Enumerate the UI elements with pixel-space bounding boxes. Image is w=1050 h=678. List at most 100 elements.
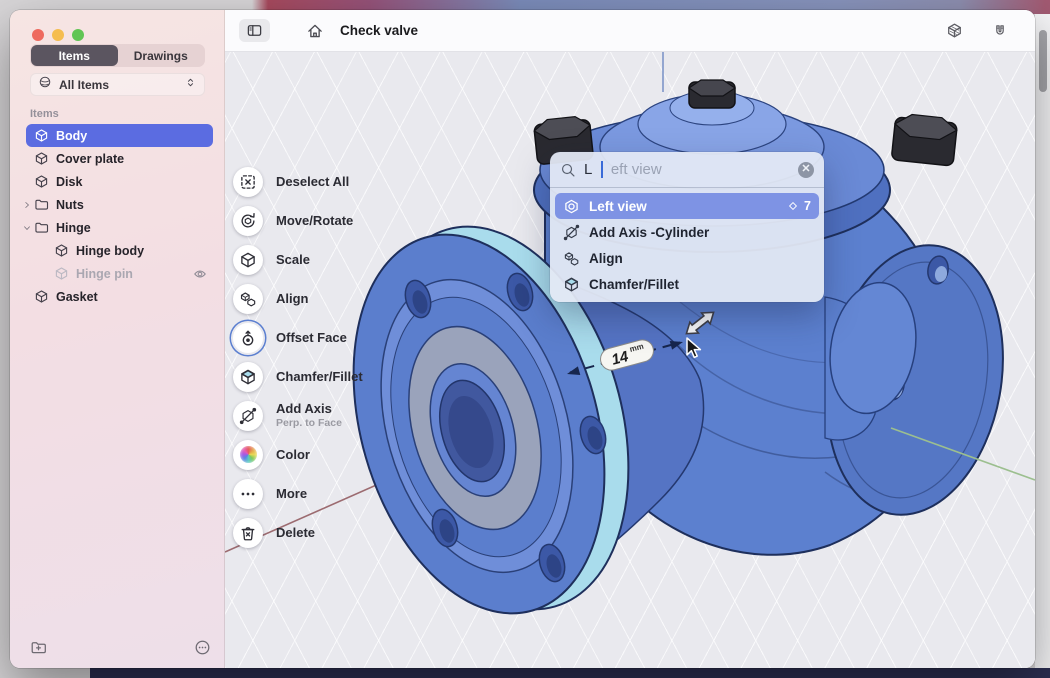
search-result-align[interactable]: Align [555,245,819,271]
background-window-edge [1035,14,1050,668]
search-autocomplete: eft view [610,161,662,178]
result-label: Add Axis -Cylinder [589,224,710,240]
materials-box-button[interactable] [946,22,963,39]
right-flange [826,244,1004,516]
tool-scale[interactable]: Scale [233,240,363,279]
cube-icon [54,266,69,281]
dpad-diamond-icon [787,200,799,212]
tool-deselect-all[interactable]: Deselect All [233,162,363,201]
clear-search-button[interactable]: ✕ [798,161,814,178]
titlebar: Check valve [225,10,1035,52]
folder-icon [34,220,49,235]
tool-move-rotate[interactable]: Move/Rotate [233,201,363,240]
sidebar-item-cover-plate[interactable]: Cover plate [26,147,213,170]
color-icon[interactable] [233,439,263,470]
tool-delete[interactable]: Delete [233,513,363,552]
command-search-field[interactable]: L eft view ✕ [550,152,824,188]
result-label: Chamfer/Fillet [589,276,680,292]
tool-label: Delete [276,524,316,540]
move-rotate-icon[interactable] [233,205,263,236]
zoom-button[interactable] [72,29,84,41]
add-axis-icon[interactable] [233,400,263,431]
chamfer-icon[interactable] [233,361,263,392]
result-label: Left view [589,198,647,214]
main-area: Check valve 14 mm Deselect All Move/Rota… [225,10,1035,668]
tool-add-axis[interactable]: Add Axis Perp. to Face [233,396,363,435]
tool-sublabel: Perp. to Face [276,416,342,429]
sidebar-bottom-bar [10,634,225,668]
desktop-bottom-left [0,668,90,678]
tool-align[interactable]: Align [233,279,363,318]
tool-label: Move/Rotate [276,212,354,228]
command-search-popup: L eft view ✕ Left view 7 Add Axis -Cylinde… [550,152,824,302]
sidebar-item-hinge-pin[interactable]: Hinge pin [26,262,213,285]
context-toolbar: Deselect All Move/Rotate Scale Align Offset … [233,162,363,552]
home-button[interactable] [306,22,324,40]
sidebar: Items Drawings All Items Items Body Cover… [10,10,225,668]
sidebar-item-disk[interactable]: Disk [26,170,213,193]
tool-offset-face[interactable]: Offset Face [233,318,363,357]
more-icon[interactable] [233,478,263,509]
delete-icon[interactable] [233,517,263,548]
tab-drawings[interactable]: Drawings [118,45,205,66]
align-icon[interactable] [233,283,263,314]
search-result-add-axis-cylinder[interactable]: Add Axis -Cylinder [555,219,819,245]
document-title: Check valve [340,23,419,38]
sidebar-item-gasket[interactable]: Gasket [26,285,213,308]
item-label: Disk [56,174,83,189]
svg-text:mm: mm [629,342,645,354]
result-label: Align [589,250,623,266]
background-scrollbar-thumb[interactable] [1039,30,1047,92]
dimension-annotation: 14 mm [567,337,683,375]
item-label: Gasket [56,289,98,304]
sidebar-item-nuts[interactable]: Nuts [25,193,213,216]
sidebar-toggle-button[interactable] [239,19,270,42]
item-label: Hinge pin [76,266,133,281]
close-button[interactable] [32,29,44,41]
cube-icon [54,243,69,258]
sidebar-item-hinge[interactable]: Hinge [24,216,213,239]
chamfer-icon [563,276,580,293]
item-label: Nuts [56,197,84,212]
tool-label: Add Axis [276,401,332,417]
chevron-right-icon[interactable] [22,200,34,210]
tool-label: Offset Face [276,329,347,345]
item-label: Hinge [56,220,91,235]
3d-viewport[interactable]: 14 mm Deselect All Move/Rotate Scale Align O… [225,52,1035,668]
folder-icon [34,197,49,212]
dimension-label[interactable]: 14 mm [598,337,656,372]
svg-text:14: 14 [610,348,631,369]
item-label: Hinge body [76,243,145,258]
visibility-eye-icon[interactable] [193,267,207,281]
new-folder-button[interactable] [30,639,47,656]
add-axis-icon [563,224,580,241]
sidebar-item-body[interactable]: Body [26,124,213,147]
items-section-label: Items [30,108,59,120]
snap-magnet-button[interactable] [992,23,1008,39]
app-window: Items Drawings All Items Items Body Cover… [10,10,1035,668]
sidebar-item-hinge-body[interactable]: Hinge body [26,239,213,262]
filter-label: All Items [59,77,110,92]
selector-chevrons-icon [184,76,197,94]
items-filter-dropdown[interactable]: All Items [30,73,205,96]
tool-chamfer-fillet[interactable]: Chamfer/Fillet [233,357,363,396]
cube-icon [34,289,49,304]
text-caret [601,161,603,178]
more-options-button[interactable] [194,639,211,656]
scale-icon[interactable] [233,244,263,275]
item-label: Body [56,128,88,143]
search-result-chamfer-fillet[interactable]: Chamfer/Fillet [555,271,819,297]
minimize-button[interactable] [52,29,64,41]
search-result-left-view[interactable]: Left view 7 [555,193,819,219]
cube-icon [34,174,49,189]
tab-items[interactable]: Items [31,45,118,66]
deselect-icon[interactable] [233,166,263,197]
cube-icon [34,128,49,143]
offset-drag-handle[interactable] [682,307,718,339]
tool-label: Deselect All [276,173,350,189]
chevron-down-icon[interactable] [22,223,34,233]
tool-more[interactable]: More [233,474,363,513]
offset-face-icon[interactable] [233,322,263,353]
desktop-bottom-strip [0,668,1050,678]
tool-color[interactable]: Color [233,435,363,474]
